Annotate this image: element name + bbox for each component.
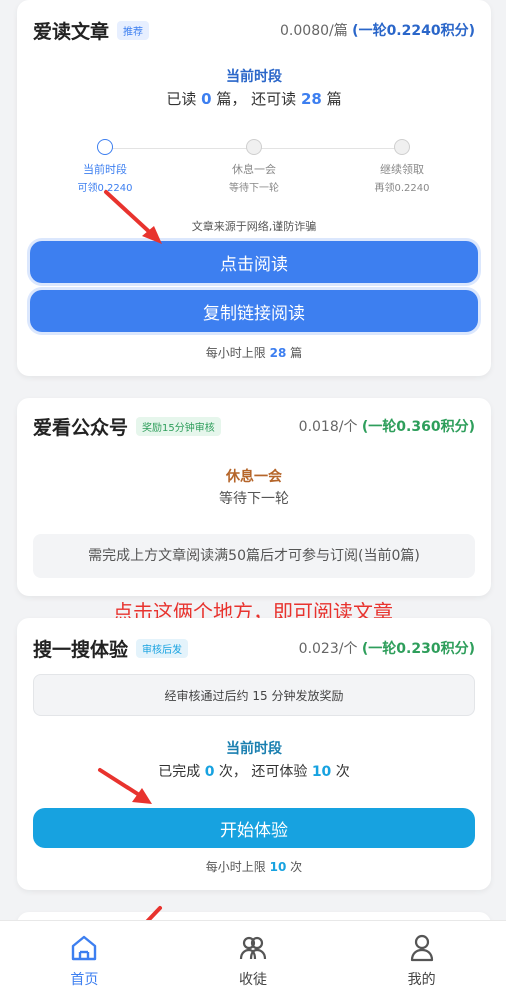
article-price: 0.0080/篇 (一轮0.2240积分) <box>280 20 475 40</box>
search-experience-title: 搜一搜体验 <box>33 638 129 661</box>
article-price-unit: 0.0080/篇 <box>280 23 348 39</box>
step-current-sub: 可领0.2240 <box>77 183 133 194</box>
copy-link-read-button[interactable]: 复制链接阅读 <box>30 290 478 332</box>
step-continue-sub: 再领0.2240 <box>374 183 430 194</box>
hourly-limit: 每小时上限 28 篇 <box>17 344 491 361</box>
read-suffix: 篇 <box>326 90 342 108</box>
limit-prefix: 每小时上限 <box>205 346 266 360</box>
search-price-round: (一轮0.230积分) <box>361 641 475 657</box>
period-title: 当前时段 <box>226 69 282 85</box>
step-continue-dot <box>394 139 410 155</box>
limit-value: 28 <box>269 346 287 360</box>
remain-count: 28 <box>300 90 322 108</box>
experience-limit-value: 10 <box>269 860 287 874</box>
article-price-round: (一轮0.2240积分) <box>352 23 475 39</box>
step-continue-label: 继续领取 <box>380 163 424 176</box>
done-prefix: 已完成 <box>158 764 201 780</box>
official-account-header: 爱看公众号 奖励15分钟审核 0.018/个 (一轮0.360积分) <box>33 412 475 440</box>
review-reward-tag: 奖励15分钟审核 <box>136 416 221 436</box>
official-account-card: 爱看公众号 奖励15分钟审核 0.018/个 (一轮0.360积分) 休息一会 … <box>17 398 491 596</box>
done-mid: 次， 还可体验 <box>218 764 308 780</box>
read-count: 0 <box>201 90 212 108</box>
rest-status-sub: 等待下一轮 <box>219 491 289 507</box>
rest-status-title: 休息一会 <box>226 469 282 485</box>
tab-home[interactable]: 首页 <box>0 921 169 999</box>
tab-home-label: 首页 <box>70 972 99 988</box>
requirement-notice: 需完成上方文章阅读满50篇后才可参与订阅(当前0篇) <box>33 534 475 578</box>
step-rest: 休息一会 等待下一轮 <box>212 139 296 194</box>
search-experience-card: 搜一搜体验 审核后发 0.023/个 (一轮0.230积分) 经审核通过后约 1… <box>17 618 491 890</box>
experience-progress: 已完成 0 次， 还可体验 10 次 <box>17 761 491 781</box>
article-card-header: 爱读文章 推荐 0.0080/篇 (一轮0.2240积分) <box>33 16 475 44</box>
step-current-dot <box>97 139 113 155</box>
users-icon <box>239 936 267 960</box>
search-period-title: 当前时段 <box>226 741 282 757</box>
read-mid: 篇， 还可读 <box>216 90 297 108</box>
article-card-title: 爱读文章 <box>33 20 110 43</box>
limit-suffix: 篇 <box>290 346 303 360</box>
tab-apprentice[interactable]: 收徒 <box>169 921 338 999</box>
experience-remain-count: 10 <box>311 764 332 780</box>
official-account-title: 爱看公众号 <box>33 416 129 439</box>
read-article-button[interactable]: 点击阅读 <box>30 241 478 283</box>
tab-mine-label: 我的 <box>407 972 436 988</box>
user-icon <box>410 934 433 962</box>
search-experience-price: 0.023/个 (一轮0.230积分) <box>299 638 475 658</box>
experience-limit-suffix: 次 <box>290 860 303 874</box>
official-account-price: 0.018/个 (一轮0.360积分) <box>299 416 475 436</box>
review-note: 经审核通过后约 15 分钟发放奖励 <box>33 674 475 716</box>
step-rest-sub: 等待下一轮 <box>229 183 279 194</box>
step-rest-label: 休息一会 <box>232 163 276 176</box>
read-prefix: 已读 <box>166 90 197 108</box>
home-icon <box>72 935 97 961</box>
search-price-unit: 0.023/个 <box>298 641 358 657</box>
post-review-tag: 审核后发 <box>136 638 189 658</box>
step-current: 当前时段 可领0.2240 <box>63 139 147 194</box>
official-account-price-round: (一轮0.360积分) <box>361 419 475 435</box>
step-current-label: 当前时段 <box>83 163 127 176</box>
read-progress: 已读 0 篇， 还可读 28 篇 <box>17 88 491 109</box>
search-experience-header: 搜一搜体验 审核后发 0.023/个 (一轮0.230积分) <box>33 634 475 662</box>
experience-limit-prefix: 每小时上限 <box>205 860 266 874</box>
article-card: 爱读文章 推荐 0.0080/篇 (一轮0.2240积分) 当前时段 已读 0 … <box>17 0 491 376</box>
tab-mine[interactable]: 我的 <box>337 921 506 999</box>
bottom-tab-bar: 首页 收徒 我的 <box>0 920 506 999</box>
step-continue: 继续领取 再领0.2240 <box>360 139 444 194</box>
source-notice: 文章来源于网络,谨防诈骗 <box>191 220 317 233</box>
official-account-price-unit: 0.018/个 <box>298 419 358 435</box>
done-suffix: 次 <box>335 764 350 780</box>
done-count: 0 <box>204 764 215 780</box>
step-rest-dot <box>246 139 262 155</box>
tab-apprentice-label: 收徒 <box>239 972 267 988</box>
start-experience-button[interactable]: 开始体验 <box>33 808 475 848</box>
recommend-tag: 推荐 <box>117 20 150 40</box>
experience-hourly-limit: 每小时上限 10 次 <box>17 858 491 875</box>
